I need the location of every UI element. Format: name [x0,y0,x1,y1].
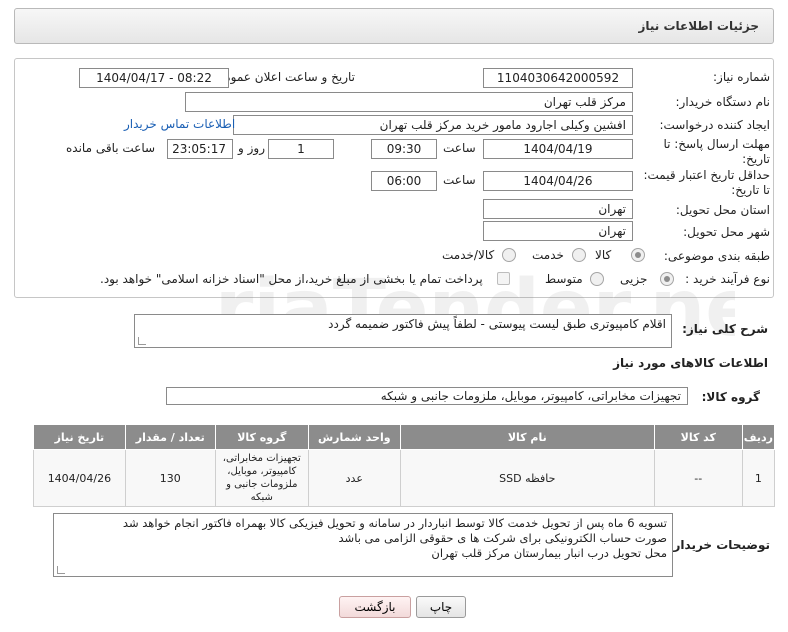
announce-field: 1404/04/17 - 08:22 [79,68,229,88]
header-row-number: ردیف [741,424,776,450]
buyer-notes-line-2: صورت حساب الکترونیکی برای شرکت ها ی حقوق… [338,531,667,545]
days-field: 1 [268,139,334,159]
goods-group-label: گروه کالا: [701,390,760,404]
province-label: استان محل تحویل: [675,203,770,217]
cell-name: حافظه SSD [399,449,655,507]
category-service-radio[interactable] [572,248,586,262]
need-number-label: شماره نیاز: [713,70,770,84]
process-minor-radio[interactable] [660,272,674,286]
buyer-notes-line-1: تسویه 6 ماه پس از تحویل خدمت کالا توسط ا… [122,516,667,530]
items-table: ردیف کد کالا نام کالا واحد شمارش گروه کا… [33,424,776,507]
city-label: شهر محل تحویل: [683,225,770,239]
province-field: تهران [483,199,633,219]
resize-handle[interactable] [57,566,65,574]
category-both-radio[interactable] [502,248,516,262]
cell-date: 1404/04/26 [33,449,126,507]
buyer-org-field: مرکز قلب تهران [185,92,633,112]
table-row[interactable]: 1 -- حافظه SSD عدد تجهیزات مخابراتی، کام… [33,449,776,507]
description-label: شرح کلی نیاز: [682,322,768,336]
page-title: جزئیات اطلاعات نیاز [638,19,759,33]
validity-date-field: 1404/04/26 [483,171,633,191]
header-unit: واحد شمارش [307,424,401,450]
process-minor-label: جزیی [620,272,648,286]
deadline-hour-field: 09:30 [371,139,437,159]
process-medium-radio[interactable] [590,272,604,286]
days-label: روز و [238,141,265,155]
header-qty: تعداد / مقدار [124,424,216,450]
deadline-label-1: مهلت ارسال پاسخ: تا [663,137,770,151]
resize-handle[interactable] [138,337,146,345]
remaining-label: ساعت باقی مانده [66,141,156,155]
buyer-org-label: نام دستگاه خریدار: [675,95,771,109]
creator-label: ایجاد کننده درخواست: [659,118,770,132]
cell-unit: عدد [307,449,401,507]
validity-label-2: تا تاریخ: [731,183,770,197]
buyer-notes-line-3: محل تحویل درب انبار بیمارستان مرکز قلب ت… [431,546,667,560]
cell-group: تجهیزات مخابراتی، کامپیوتر، موبایل، ملزو… [214,449,309,507]
treasury-payment-note: پرداخت تمام یا بخشی از مبلغ خرید،از محل … [100,272,483,286]
creator-field: افشین وکیلی اجارود مامور خرید مرکز قلب ت… [233,115,633,135]
cell-code: -- [653,449,743,507]
header-date: تاریخ نیاز [33,424,126,450]
category-both-label: کالا/خدمت [442,248,495,262]
page-header: جزئیات اطلاعات نیاز [14,8,774,44]
need-number-field: 1104030642000592 [483,68,633,88]
city-field: تهران [483,221,633,241]
category-service-label: خدمت [532,248,564,262]
header-group: گروه کالا [214,424,309,450]
deadline-date-field: 1404/04/19 [483,139,633,159]
process-label: نوع فرآیند خرید : [685,272,770,286]
back-button[interactable]: بازگشت [339,596,411,618]
category-goods-radio[interactable] [631,248,645,262]
deadline-label-2: تاریخ: [742,152,770,166]
description-text: اقلام کامپیوتری طبق لیست پیوستی - لطفاً … [328,317,666,331]
validity-label-1: حداقل تاریخ اعتبار قیمت: [643,168,770,182]
remaining-time-field: 23:05:17 [167,139,233,159]
buyer-notes-label: توضیحات خریدار: [668,538,770,552]
description-textarea[interactable]: اقلام کامپیوتری طبق لیست پیوستی - لطفاً … [134,314,672,348]
header-code: کد کالا [653,424,743,450]
treasury-payment-checkbox[interactable] [497,272,510,285]
table-header-row: ردیف کد کالا نام کالا واحد شمارش گروه کا… [33,424,776,450]
deadline-hour-label: ساعت [443,141,476,155]
category-label: طبقه بندی موضوعی: [663,249,770,263]
process-medium-label: متوسط [545,272,583,286]
category-goods-label: کالا [595,248,612,262]
goods-group-field: تجهیزات مخابراتی، کامپیوتر، موبایل، ملزو… [166,387,688,405]
cell-row-number: 1 [741,449,776,507]
header-name: نام کالا [399,424,655,450]
buyer-contact-link[interactable]: اطلاعات تماس خریدار [124,117,235,131]
buyer-notes-textarea[interactable]: تسویه 6 ماه پس از تحویل خدمت کالا توسط ا… [53,513,673,577]
goods-info-title: اطلاعات کالاهای مورد نیاز [613,356,768,370]
validity-hour-field: 06:00 [371,171,437,191]
validity-hour-label: ساعت [443,173,476,187]
announce-label: تاریخ و ساعت اعلان عمومی: [210,70,355,84]
print-button[interactable]: چاپ [416,596,466,618]
cell-qty: 130 [124,449,216,507]
